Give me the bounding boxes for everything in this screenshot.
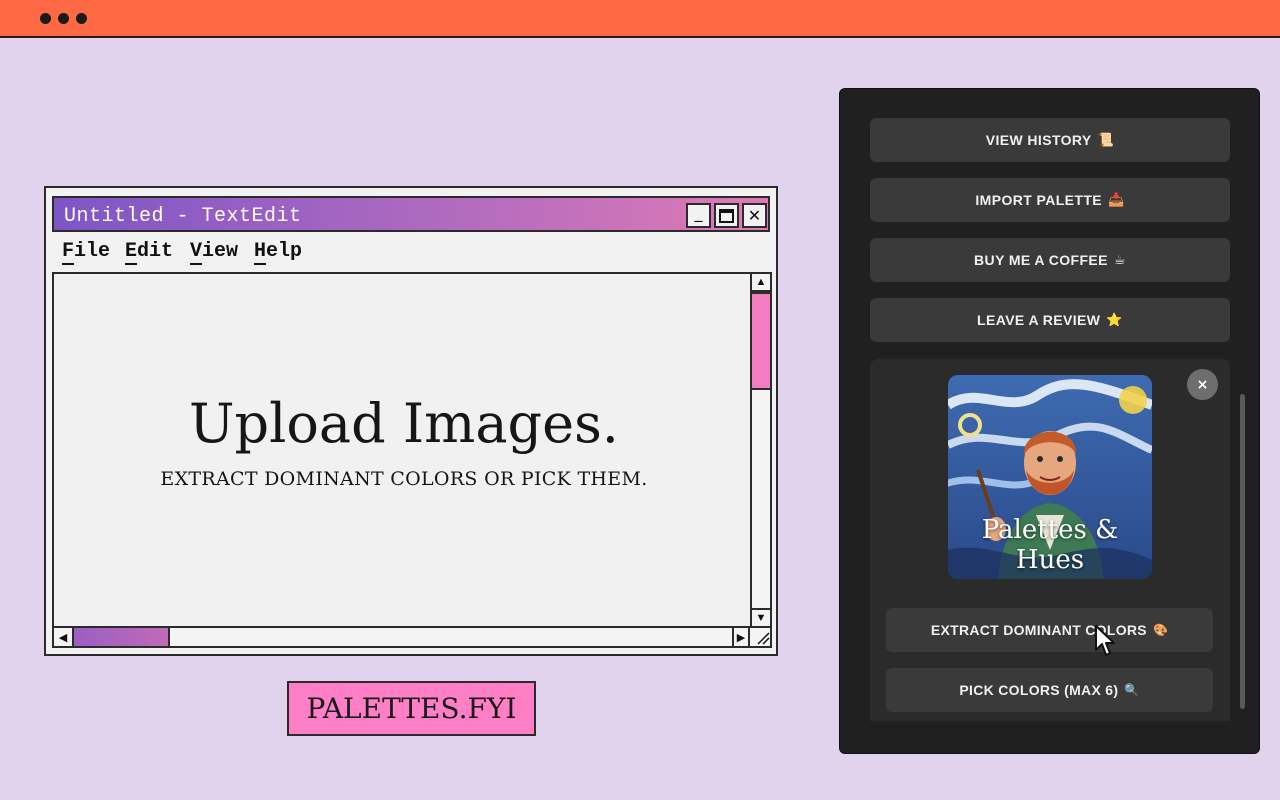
resize-grip-icon[interactable] <box>754 629 770 645</box>
maximize-button[interactable] <box>714 203 739 228</box>
menu-file[interactable]: File <box>62 240 111 265</box>
magnifier-icon: 🔍 <box>1124 683 1140 697</box>
uploaded-image-thumbnail: Palettes & Hues <box>948 375 1152 579</box>
maximize-icon <box>719 208 734 223</box>
extract-dominant-colors-button[interactable]: EXTRACT DOMINANT COLORS 🎨 <box>886 608 1213 652</box>
view-history-label: VIEW HISTORY <box>985 132 1092 148</box>
star-icon: ⭐ <box>1106 312 1123 328</box>
window-dot-2 <box>58 13 69 24</box>
coffee-icon: ☕ <box>1113 252 1126 268</box>
extension-panel: VIEW HISTORY 📜 IMPORT PALETTE 📥 BUY ME A… <box>839 88 1260 754</box>
scroll-right-arrow-icon[interactable]: ▶ <box>732 628 750 646</box>
close-icon: × <box>1196 376 1209 393</box>
import-palette-button[interactable]: IMPORT PALETTE 📥 <box>870 178 1230 222</box>
scroll-icon: 📜 <box>1097 132 1115 148</box>
menu-view[interactable]: View <box>190 240 239 265</box>
horizontal-scrollbar[interactable]: ◀ ▶ <box>52 628 772 648</box>
panel-scrollbar[interactable] <box>1240 394 1245 709</box>
horizontal-scroll-thumb[interactable] <box>72 628 170 646</box>
view-history-button[interactable]: VIEW HISTORY 📜 <box>870 118 1230 162</box>
menu-file-label: File <box>62 240 111 263</box>
window-dot-3 <box>76 13 87 24</box>
scroll-left-arrow-icon[interactable]: ◀ <box>54 628 72 646</box>
window-dot-1 <box>40 13 51 24</box>
image-caption: Palettes & Hues <box>981 515 1119 575</box>
leave-a-review-label: LEAVE A REVIEW <box>977 312 1101 328</box>
upload-drop-area[interactable]: Upload Images. EXTRACT DOMINANT COLORS O… <box>52 272 772 628</box>
buy-me-a-coffee-label: BUY ME A COFFEE <box>974 252 1108 268</box>
palette-icon: 🎨 <box>1152 623 1169 637</box>
top-bar <box>0 0 1280 38</box>
close-icon: ✕ <box>747 206 762 225</box>
menu-help[interactable]: Help <box>254 240 303 265</box>
leave-a-review-button[interactable]: LEAVE A REVIEW ⭐ <box>870 298 1230 342</box>
upload-headline: Upload Images. <box>189 392 619 455</box>
import-palette-label: IMPORT PALETTE <box>975 192 1103 208</box>
pick-colors-button[interactable]: PICK COLORS (MAX 6) 🔍 <box>886 668 1213 712</box>
menu-view-label: View <box>190 240 239 263</box>
brand-badge[interactable]: PALETTES.FYI <box>287 681 536 736</box>
remove-image-button[interactable]: × <box>1187 369 1218 400</box>
close-window-button[interactable]: ✕ <box>742 203 767 228</box>
image-card: Palettes & Hues × EXTRACT DOMINANT COLOR… <box>870 359 1230 721</box>
menu-edit[interactable]: Edit <box>125 240 174 265</box>
textedit-window: Untitled - TextEdit _ ✕ File Edit View H… <box>44 186 778 656</box>
buy-me-a-coffee-button[interactable]: BUY ME A COFFEE ☕ <box>870 238 1230 282</box>
minimize-button[interactable]: _ <box>686 203 711 228</box>
menu-edit-label: Edit <box>125 240 174 263</box>
scroll-up-arrow-icon[interactable]: ▲ <box>752 274 770 292</box>
vertical-scrollbar[interactable]: ▲ ▼ <box>750 274 770 626</box>
inbox-tray-icon: 📥 <box>1108 192 1125 208</box>
upload-subline: EXTRACT DOMINANT COLORS OR PICK THEM. <box>160 468 648 490</box>
menu-help-label: Help <box>254 240 303 263</box>
scroll-down-arrow-icon[interactable]: ▼ <box>752 608 770 626</box>
mouse-cursor-icon <box>1094 624 1116 658</box>
vertical-scroll-thumb[interactable] <box>752 292 770 390</box>
pick-colors-label: PICK COLORS (MAX 6) <box>959 682 1119 698</box>
minimize-icon: _ <box>694 203 703 222</box>
window-title: Untitled - TextEdit <box>64 205 302 228</box>
window-titlebar[interactable]: Untitled - TextEdit _ ✕ <box>52 196 770 232</box>
